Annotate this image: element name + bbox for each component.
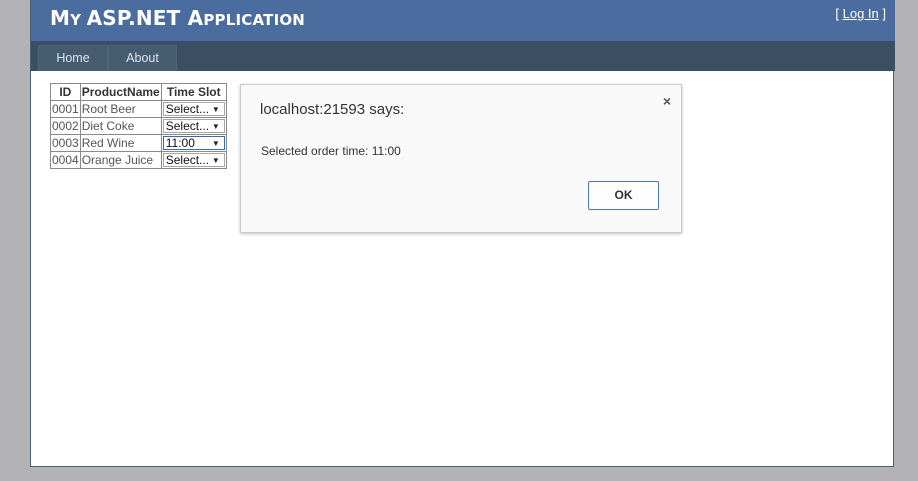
nav-item-about[interactable]: About bbox=[108, 45, 177, 71]
close-icon[interactable]: × bbox=[663, 93, 671, 109]
site-header: MY ASP.NET APPLICATION [ Log In ] bbox=[31, 0, 895, 41]
cell-id: 0002 bbox=[50, 117, 81, 135]
time-slot-select[interactable]: Select... ▼ bbox=[162, 119, 225, 134]
alert-dialog: localhost:21593 says: × Selected order t… bbox=[240, 84, 682, 233]
time-slot-select[interactable]: Select... ▼ bbox=[162, 102, 225, 117]
cell-id: 0004 bbox=[50, 151, 81, 169]
column-header-timeslot: Time Slot bbox=[160, 83, 227, 101]
cell-time-slot: 11:00 ▼ bbox=[160, 134, 227, 152]
table-row: 0004 Orange Juice Select... ▼ bbox=[50, 151, 227, 169]
title-part: ASP.NET bbox=[86, 6, 188, 30]
products-table: ID ProductName Time Slot 0001 Root Beer … bbox=[50, 83, 227, 169]
select-value: Select... bbox=[165, 102, 210, 117]
chevron-down-icon: ▼ bbox=[211, 122, 220, 132]
chevron-down-icon: ▼ bbox=[211, 105, 220, 115]
column-header-id: ID bbox=[50, 83, 81, 101]
cell-product-name: Diet Coke bbox=[79, 117, 162, 135]
site-title: MY ASP.NET APPLICATION bbox=[50, 6, 305, 30]
table-row: 0003 Red Wine 11:00 ▼ bbox=[50, 134, 227, 152]
table-row: 0002 Diet Coke Select... ▼ bbox=[50, 117, 227, 135]
ok-button[interactable]: OK bbox=[588, 181, 659, 210]
cell-id: 0001 bbox=[50, 100, 81, 118]
nav-bar: Home About bbox=[31, 41, 895, 71]
login-link[interactable]: Log In bbox=[843, 6, 879, 21]
cell-id: 0003 bbox=[50, 134, 81, 152]
cell-time-slot: Select... ▼ bbox=[160, 117, 227, 135]
chevron-down-icon: ▼ bbox=[211, 139, 220, 149]
title-part: PPLICATION bbox=[203, 11, 306, 29]
title-part: Y bbox=[70, 11, 87, 29]
login-area: [ Log In ] bbox=[835, 6, 886, 21]
table-row: 0001 Root Beer Select... ▼ bbox=[50, 100, 227, 118]
title-part: M bbox=[50, 6, 71, 30]
time-slot-select[interactable]: Select... ▼ bbox=[162, 153, 225, 168]
select-value: Select... bbox=[165, 153, 210, 168]
table-header-row: ID ProductName Time Slot bbox=[50, 83, 227, 101]
chevron-down-icon: ▼ bbox=[211, 156, 220, 166]
cell-time-slot: Select... ▼ bbox=[160, 100, 227, 118]
title-part: A bbox=[187, 6, 204, 30]
cell-product-name: Orange Juice bbox=[79, 151, 162, 169]
select-value: 11:00 bbox=[165, 136, 195, 151]
select-value: Select... bbox=[165, 119, 210, 134]
cell-product-name: Root Beer bbox=[79, 100, 162, 118]
login-bracket-open: [ bbox=[835, 6, 843, 21]
nav-item-home[interactable]: Home bbox=[38, 45, 108, 71]
cell-time-slot: Select... ▼ bbox=[160, 151, 227, 169]
page-container: MY ASP.NET APPLICATION [ Log In ] Home A… bbox=[30, 0, 895, 467]
dialog-message: Selected order time: 11:00 bbox=[261, 144, 401, 158]
dialog-title: localhost:21593 says: bbox=[260, 101, 405, 118]
time-slot-select[interactable]: 11:00 ▼ bbox=[162, 136, 225, 151]
login-bracket-close: ] bbox=[878, 6, 886, 21]
column-header-productname: ProductName bbox=[79, 83, 162, 101]
cell-product-name: Red Wine bbox=[79, 134, 162, 152]
